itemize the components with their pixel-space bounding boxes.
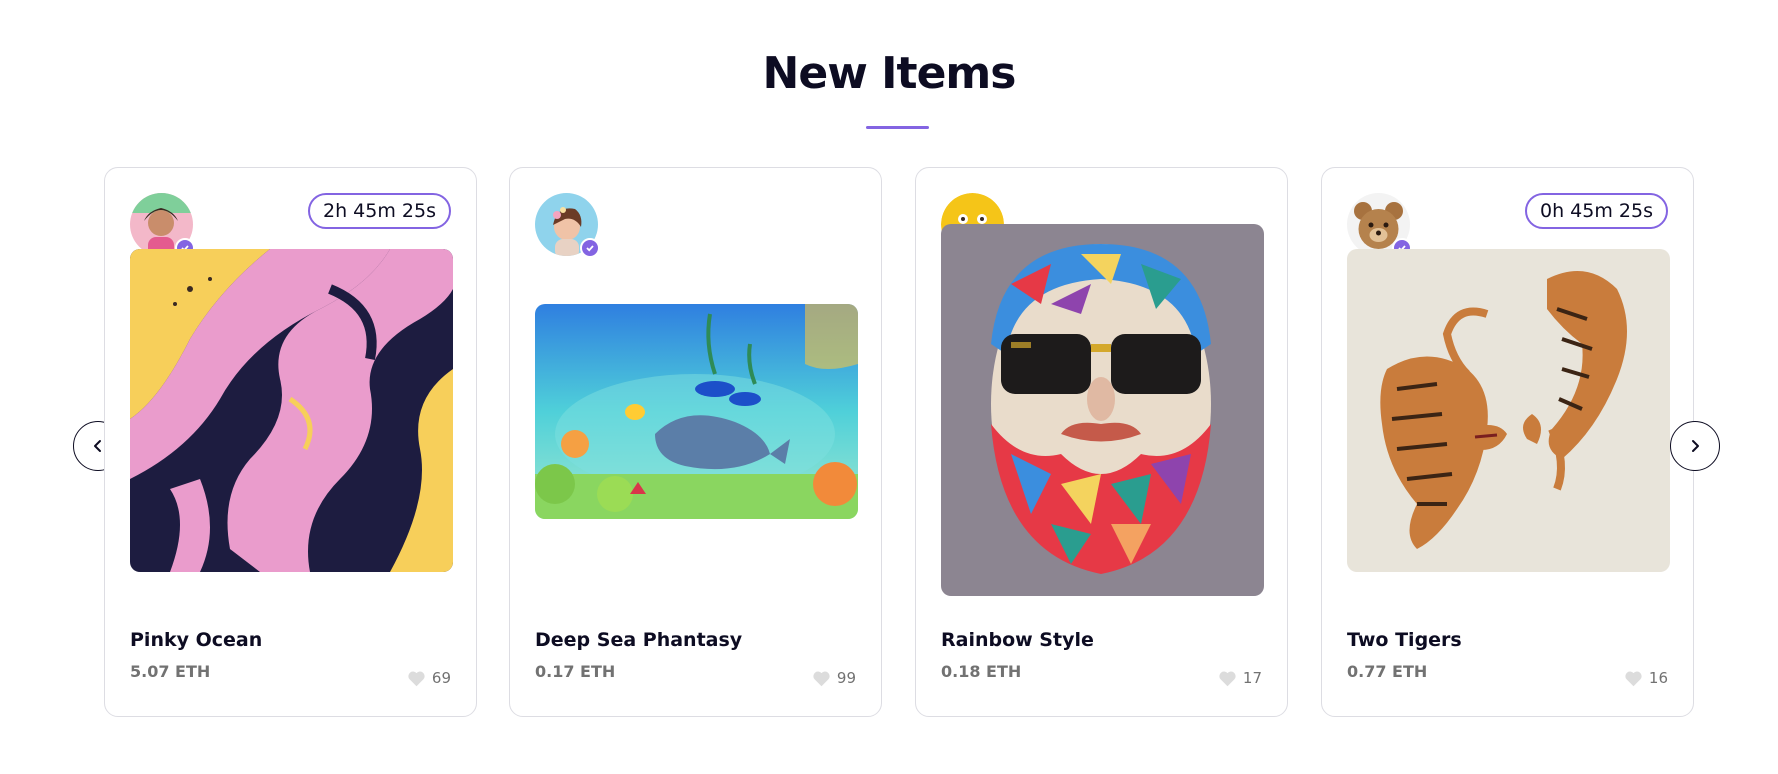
- chevron-right-icon: [1692, 440, 1699, 452]
- countdown-timer: 0h 45m 25s: [1525, 193, 1668, 229]
- heart-icon: [1625, 671, 1642, 686]
- item-price: 0.77 ETH: [1347, 662, 1428, 681]
- creator-avatar[interactable]: [1347, 193, 1412, 258]
- creator-avatar[interactable]: [130, 193, 195, 258]
- like-button[interactable]: 16: [1624, 669, 1668, 687]
- item-price: 5.07 ETH: [130, 662, 211, 681]
- creator-avatar[interactable]: [535, 193, 600, 258]
- item-card[interactable]: Rainbow Style 0.18 ETH 17: [915, 167, 1288, 717]
- like-count: 69: [431, 669, 451, 687]
- item-image[interactable]: [535, 304, 858, 519]
- like-button[interactable]: 17: [1218, 669, 1262, 687]
- item-title[interactable]: Pinky Ocean: [130, 629, 262, 651]
- like-count: 99: [836, 669, 856, 687]
- title-underline: [866, 126, 929, 129]
- heart-icon: [408, 671, 425, 686]
- carousel-next-button[interactable]: [1670, 421, 1720, 471]
- like-button[interactable]: 99: [812, 669, 856, 687]
- item-image[interactable]: [1347, 249, 1670, 572]
- item-price: 0.18 ETH: [941, 662, 1022, 681]
- item-card[interactable]: 2h 45m 25s Pinky Ocean 5.07 ETH 69: [104, 167, 477, 717]
- item-card[interactable]: Deep Sea Phantasy 0.17 ETH 99: [509, 167, 882, 717]
- like-count: 17: [1242, 669, 1262, 687]
- chevron-left-icon: [94, 440, 101, 452]
- heart-icon: [1219, 671, 1236, 686]
- item-title[interactable]: Two Tigers: [1347, 629, 1462, 651]
- item-card[interactable]: 0h 45m 25s Two Tigers 0.77 ETH 16: [1321, 167, 1694, 717]
- section-title: New Items: [762, 48, 1017, 99]
- heart-icon: [813, 671, 830, 686]
- countdown-timer: 2h 45m 25s: [308, 193, 451, 229]
- item-image[interactable]: [941, 224, 1264, 596]
- verified-icon: [580, 238, 600, 258]
- like-button[interactable]: 69: [407, 669, 451, 687]
- item-title[interactable]: Rainbow Style: [941, 629, 1094, 651]
- item-price: 0.17 ETH: [535, 662, 616, 681]
- item-image[interactable]: [130, 249, 453, 572]
- item-title[interactable]: Deep Sea Phantasy: [535, 629, 742, 651]
- like-count: 16: [1648, 669, 1668, 687]
